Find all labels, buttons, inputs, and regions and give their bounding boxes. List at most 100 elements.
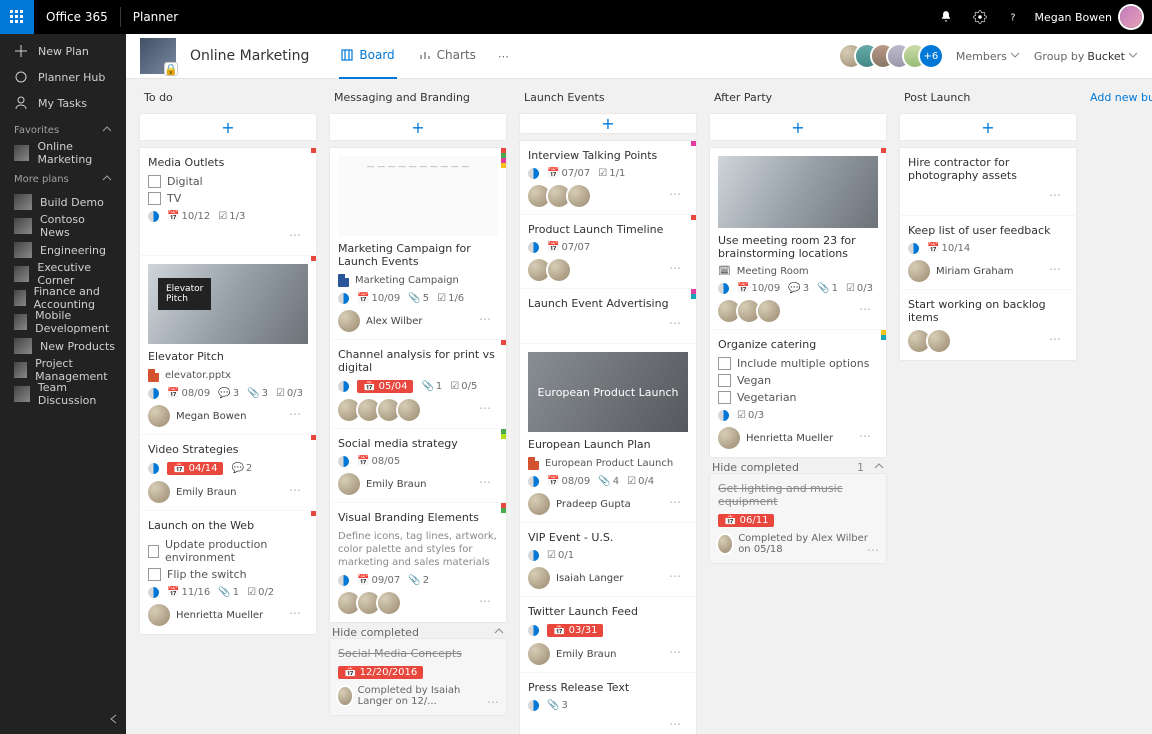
tab-board[interactable]: Board <box>339 34 396 79</box>
plan-members[interactable]: +6 <box>846 45 942 67</box>
nav-plan-item[interactable]: Mobile Development <box>0 310 126 334</box>
plan-more-button[interactable]: ⋯ <box>498 50 509 63</box>
card-more-button[interactable]: ⋯ <box>479 312 492 326</box>
nav-planner-hub[interactable]: Planner Hub <box>0 64 126 90</box>
task-card[interactable]: Organize cateringInclude multiple option… <box>710 330 886 457</box>
bucket-title[interactable]: Post Launch <box>900 89 1076 106</box>
plan-thumb <box>14 386 30 402</box>
assignee-name: Pradeep Gupta <box>556 499 631 510</box>
task-card[interactable]: Keep list of user feedback10/14Miriam Gr… <box>900 216 1076 290</box>
task-card[interactable]: ElevatorPitchElevator Pitchelevator.pptx… <box>140 256 316 435</box>
nav-plan-item[interactable]: Engineering <box>0 238 126 262</box>
card-more-button[interactable]: ⋯ <box>479 475 492 489</box>
plan-label: Finance and Accounting <box>34 285 118 311</box>
plan-label: Contoso News <box>40 213 118 239</box>
task-card[interactable]: Video Strategies📅 04/142Emily Braun⋯ <box>140 435 316 511</box>
card-more-button[interactable]: ⋯ <box>479 594 492 608</box>
completed-card[interactable]: Social Media Concepts📅 12/20/2016Complet… <box>330 639 506 715</box>
task-card[interactable]: Start working on backlog items⋯ <box>900 290 1076 360</box>
collapse-nav-button[interactable] <box>108 713 120 728</box>
task-card[interactable]: Launch on the WebUpdate production envir… <box>140 511 316 634</box>
suite-label: Office 365 <box>34 10 120 24</box>
nav-new-plan[interactable]: New Plan <box>0 38 126 64</box>
card-more-button[interactable]: ⋯ <box>487 695 500 709</box>
assignee-avatar <box>928 330 950 352</box>
checklist-item[interactable]: Vegan <box>718 374 878 387</box>
nav-my-tasks[interactable]: My Tasks <box>0 90 126 116</box>
card-more-button[interactable]: ⋯ <box>1049 332 1062 346</box>
bucket-title[interactable]: After Party <box>710 89 886 106</box>
card-more-button[interactable]: ⋯ <box>867 543 880 557</box>
card-more-button[interactable]: ⋯ <box>669 495 682 509</box>
card-more-button[interactable]: ⋯ <box>289 228 302 242</box>
add-task-button[interactable]: + <box>520 114 696 133</box>
checklist-item[interactable]: Flip the switch <box>148 568 308 581</box>
bucket-title[interactable]: Launch Events <box>520 89 696 106</box>
task-card[interactable]: — — — — — — — — — —Marketing Campaign fo… <box>330 148 506 340</box>
task-card[interactable]: VIP Event - U.S.0/1Isaiah Langer⋯ <box>520 523 696 597</box>
task-card[interactable]: Product Launch Timeline07/07⋯ <box>520 215 696 289</box>
chevron-up-icon <box>494 626 504 639</box>
task-card[interactable]: Twitter Launch Feed📅 03/31Emily Braun⋯ <box>520 597 696 673</box>
card-more-button[interactable]: ⋯ <box>289 407 302 421</box>
help-button[interactable]: ? <box>997 0 1031 34</box>
card-more-button[interactable]: ⋯ <box>669 645 682 659</box>
nav-section-favorites[interactable]: Favorites <box>0 116 126 141</box>
card-more-button[interactable]: ⋯ <box>669 187 682 201</box>
task-card[interactable]: Social media strategy08/05Emily Braun⋯ <box>330 429 506 503</box>
card-more-button[interactable]: ⋯ <box>859 429 872 443</box>
tab-charts[interactable]: Charts <box>417 34 478 79</box>
card-more-button[interactable]: ⋯ <box>669 261 682 275</box>
bucket-title[interactable]: Messaging and Branding <box>330 89 506 106</box>
add-task-button[interactable]: + <box>140 114 316 140</box>
task-card[interactable]: European Product LaunchEuropean Launch P… <box>520 344 696 523</box>
task-card[interactable]: Channel analysis for print vs digital📅 0… <box>330 340 506 429</box>
add-bucket-button[interactable]: Add new bu <box>1090 89 1152 724</box>
nav-plan-item[interactable]: Contoso News <box>0 214 126 238</box>
card-more-button[interactable]: ⋯ <box>1049 188 1062 202</box>
nav-plan-item[interactable]: Team Discussion <box>0 382 126 406</box>
bucket-title[interactable]: To do <box>140 89 316 106</box>
task-card[interactable]: Use meeting room 23 for brainstorming lo… <box>710 148 886 330</box>
nav-fav-online-marketing[interactable]: Online Marketing <box>0 141 126 165</box>
card-more-button[interactable]: ⋯ <box>859 302 872 316</box>
nav-plan-item[interactable]: New Products <box>0 334 126 358</box>
assignee-avatar <box>528 493 550 515</box>
task-card[interactable]: Press Release Text3⋯ <box>520 673 696 734</box>
notifications-button[interactable] <box>929 0 963 34</box>
checklist-item[interactable]: Update production environment <box>148 538 308 564</box>
app-launcher-button[interactable] <box>0 0 34 34</box>
task-card[interactable]: Hire contractor for photography assets⋯ <box>900 148 1076 216</box>
card-more-button[interactable]: ⋯ <box>669 569 682 583</box>
checklist-count: 0/4 <box>627 476 654 487</box>
task-card[interactable]: Media OutletsDigitalTV10/121/3⋯ <box>140 148 316 256</box>
card-more-button[interactable]: ⋯ <box>289 483 302 497</box>
task-card[interactable]: Visual Branding ElementsDefine icons, ta… <box>330 503 506 622</box>
nav-plan-item[interactable]: Build Demo <box>0 190 126 214</box>
nav-section-more-plans[interactable]: More plans <box>0 165 126 190</box>
task-card[interactable]: Interview Talking Points07/071/1⋯ <box>520 141 696 215</box>
add-task-button[interactable]: + <box>330 114 506 140</box>
nav-plan-item[interactable]: Project Management <box>0 358 126 382</box>
hide-completed-toggle[interactable]: Hide completed1 <box>710 457 886 474</box>
add-task-button[interactable]: + <box>710 114 886 140</box>
card-more-button[interactable]: ⋯ <box>669 717 682 731</box>
checklist-item[interactable]: Include multiple options <box>718 357 878 370</box>
nav-plan-item[interactable]: Finance and Accounting <box>0 286 126 310</box>
card-more-button[interactable]: ⋯ <box>1049 262 1062 276</box>
card-more-button[interactable]: ⋯ <box>289 606 302 620</box>
nav-plan-item[interactable]: Executive Corner <box>0 262 126 286</box>
card-more-button[interactable]: ⋯ <box>479 401 492 415</box>
task-card[interactable]: Launch Event Advertising⋯ <box>520 289 696 344</box>
hide-completed-toggle[interactable]: Hide completed <box>330 622 506 639</box>
members-dropdown[interactable]: Members <box>956 50 1020 63</box>
user-menu[interactable]: Megan Bowen <box>1031 6 1152 28</box>
checklist-item[interactable]: TV <box>148 192 308 205</box>
group-by-dropdown[interactable]: Group by Bucket <box>1034 50 1138 63</box>
add-task-button[interactable]: + <box>900 114 1076 140</box>
completed-card[interactable]: Get lighting and music equipment📅 06/11C… <box>710 474 886 563</box>
checklist-item[interactable]: Digital <box>148 175 308 188</box>
settings-button[interactable] <box>963 0 997 34</box>
checklist-item[interactable]: Vegetarian <box>718 391 878 404</box>
card-more-button[interactable]: ⋯ <box>669 316 682 330</box>
